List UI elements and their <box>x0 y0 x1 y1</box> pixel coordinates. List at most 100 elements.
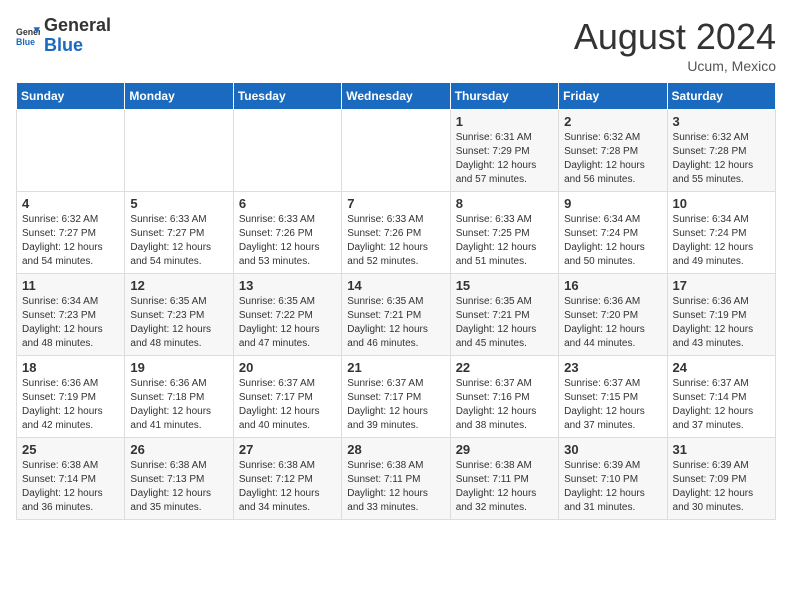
calendar-cell: 6Sunrise: 6:33 AM Sunset: 7:26 PM Daylig… <box>233 192 341 274</box>
day-info: Sunrise: 6:39 AM Sunset: 7:09 PM Dayligh… <box>673 459 770 515</box>
calendar-cell: 3 Sunrise: 6:32 AM Sunset: 7:28 PM Daylig… <box>667 110 775 192</box>
day-number: 23 <box>564 360 661 375</box>
calendar-header-row: SundayMondayTuesdayWednesdayThursdayFrid… <box>17 83 776 110</box>
day-info: Sunrise: 6:37 AM Sunset: 7:14 PM Dayligh… <box>673 377 770 433</box>
day-info: Sunrise: 6:33 AM Sunset: 7:25 PM Dayligh… <box>456 213 553 269</box>
day-info: Sunrise: 6:35 AM Sunset: 7:21 PM Dayligh… <box>347 295 444 351</box>
calendar-cell <box>17 110 125 192</box>
calendar-cell: 5Sunrise: 6:33 AM Sunset: 7:27 PM Daylig… <box>125 192 233 274</box>
calendar-cell: 15 Sunrise: 6:35 AM Sunset: 7:21 PM Dayli… <box>450 274 558 356</box>
day-of-week-header: Wednesday <box>342 83 450 110</box>
day-info: Sunrise: 6:39 AM Sunset: 7:10 PM Dayligh… <box>564 459 661 515</box>
logo-text: General Blue <box>44 16 111 56</box>
calendar-cell <box>125 110 233 192</box>
day-info: Sunrise: 6:38 AM Sunset: 7:11 PM Dayligh… <box>456 459 553 515</box>
day-info: Sunrise: 6:36 AM Sunset: 7:18 PM Dayligh… <box>130 377 227 433</box>
calendar-cell: 20 Sunrise: 6:37 AM Sunset: 7:17 PM Dayli… <box>233 356 341 438</box>
day-number: 15 <box>456 278 553 293</box>
day-number: 19 <box>130 360 227 375</box>
calendar-cell: 16Sunrise: 6:36 AM Sunset: 7:20 PM Dayli… <box>559 274 667 356</box>
calendar-cell: 7Sunrise: 6:33 AM Sunset: 7:26 PM Daylig… <box>342 192 450 274</box>
page-header: General Blue General Blue August 2024 Uc… <box>16 16 776 74</box>
calendar-cell: 30 Sunrise: 6:39 AM Sunset: 7:10 PM Dayli… <box>559 438 667 520</box>
day-info: Sunrise: 6:38 AM Sunset: 7:11 PM Dayligh… <box>347 459 444 515</box>
day-number: 13 <box>239 278 336 293</box>
calendar-cell: 2 Sunrise: 6:32 AM Sunset: 7:28 PM Daylig… <box>559 110 667 192</box>
calendar-cell: 10Sunrise: 6:34 AM Sunset: 7:24 PM Dayli… <box>667 192 775 274</box>
day-info: Sunrise: 6:36 AM Sunset: 7:20 PM Dayligh… <box>564 295 661 351</box>
day-number: 22 <box>456 360 553 375</box>
day-info: Sunrise: 6:37 AM Sunset: 7:17 PM Dayligh… <box>347 377 444 433</box>
logo-icon: General Blue <box>16 24 40 48</box>
day-info: Sunrise: 6:34 AM Sunset: 7:24 PM Dayligh… <box>564 213 661 269</box>
day-number: 24 <box>673 360 770 375</box>
day-number: 31 <box>673 442 770 457</box>
day-info: Sunrise: 6:37 AM Sunset: 7:17 PM Dayligh… <box>239 377 336 433</box>
calendar-week-row: 25Sunrise: 6:38 AM Sunset: 7:14 PM Dayli… <box>17 438 776 520</box>
day-number: 18 <box>22 360 119 375</box>
calendar-week-row: 1Sunrise: 6:31 AM Sunset: 7:29 PM Daylig… <box>17 110 776 192</box>
calendar-cell: 13 Sunrise: 6:35 AM Sunset: 7:22 PM Dayli… <box>233 274 341 356</box>
calendar-cell: 27 Sunrise: 6:38 AM Sunset: 7:12 PM Dayli… <box>233 438 341 520</box>
day-info: Sunrise: 6:31 AM Sunset: 7:29 PM Dayligh… <box>456 131 553 187</box>
day-number: 9 <box>564 196 661 211</box>
day-of-week-header: Sunday <box>17 83 125 110</box>
day-of-week-header: Tuesday <box>233 83 341 110</box>
svg-text:Blue: Blue <box>16 37 35 47</box>
day-info: Sunrise: 6:38 AM Sunset: 7:12 PM Dayligh… <box>239 459 336 515</box>
calendar-cell: 24 Sunrise: 6:37 AM Sunset: 7:14 PM Dayli… <box>667 356 775 438</box>
calendar-cell: 29 Sunrise: 6:38 AM Sunset: 7:11 PM Dayli… <box>450 438 558 520</box>
calendar-cell: 11 Sunrise: 6:34 AM Sunset: 7:23 PM Dayli… <box>17 274 125 356</box>
day-info: Sunrise: 6:37 AM Sunset: 7:15 PM Dayligh… <box>564 377 661 433</box>
day-number: 30 <box>564 442 661 457</box>
logo: General Blue General Blue <box>16 16 111 56</box>
day-number: 8 <box>456 196 553 211</box>
day-number: 6 <box>239 196 336 211</box>
month-year: August 2024 <box>574 16 776 58</box>
calendar-week-row: 4Sunrise: 6:32 AM Sunset: 7:27 PM Daylig… <box>17 192 776 274</box>
calendar-cell: 17 Sunrise: 6:36 AM Sunset: 7:19 PM Dayli… <box>667 274 775 356</box>
calendar-body: 1Sunrise: 6:31 AM Sunset: 7:29 PM Daylig… <box>17 110 776 520</box>
day-info: Sunrise: 6:37 AM Sunset: 7:16 PM Dayligh… <box>456 377 553 433</box>
calendar-cell: 9 Sunrise: 6:34 AM Sunset: 7:24 PM Daylig… <box>559 192 667 274</box>
calendar-cell <box>233 110 341 192</box>
calendar-cell: 8 Sunrise: 6:33 AM Sunset: 7:25 PM Daylig… <box>450 192 558 274</box>
day-number: 25 <box>22 442 119 457</box>
day-number: 12 <box>130 278 227 293</box>
day-number: 21 <box>347 360 444 375</box>
day-info: Sunrise: 6:35 AM Sunset: 7:22 PM Dayligh… <box>239 295 336 351</box>
calendar-table: SundayMondayTuesdayWednesdayThursdayFrid… <box>16 82 776 520</box>
calendar-cell: 18Sunrise: 6:36 AM Sunset: 7:19 PM Dayli… <box>17 356 125 438</box>
day-of-week-header: Thursday <box>450 83 558 110</box>
day-number: 14 <box>347 278 444 293</box>
calendar-cell: 22 Sunrise: 6:37 AM Sunset: 7:16 PM Dayli… <box>450 356 558 438</box>
calendar-cell: 26 Sunrise: 6:38 AM Sunset: 7:13 PM Dayli… <box>125 438 233 520</box>
day-info: Sunrise: 6:35 AM Sunset: 7:21 PM Dayligh… <box>456 295 553 351</box>
day-number: 11 <box>22 278 119 293</box>
day-info: Sunrise: 6:36 AM Sunset: 7:19 PM Dayligh… <box>673 295 770 351</box>
day-info: Sunrise: 6:32 AM Sunset: 7:27 PM Dayligh… <box>22 213 119 269</box>
day-of-week-header: Friday <box>559 83 667 110</box>
day-info: Sunrise: 6:32 AM Sunset: 7:28 PM Dayligh… <box>564 131 661 187</box>
day-number: 29 <box>456 442 553 457</box>
day-number: 2 <box>564 114 661 129</box>
day-info: Sunrise: 6:38 AM Sunset: 7:13 PM Dayligh… <box>130 459 227 515</box>
day-number: 3 <box>673 114 770 129</box>
day-number: 27 <box>239 442 336 457</box>
calendar-cell: 14 Sunrise: 6:35 AM Sunset: 7:21 PM Dayli… <box>342 274 450 356</box>
day-number: 17 <box>673 278 770 293</box>
day-info: Sunrise: 6:32 AM Sunset: 7:28 PM Dayligh… <box>673 131 770 187</box>
day-number: 20 <box>239 360 336 375</box>
calendar-cell: 12 Sunrise: 6:35 AM Sunset: 7:23 PM Dayli… <box>125 274 233 356</box>
calendar-week-row: 11 Sunrise: 6:34 AM Sunset: 7:23 PM Dayli… <box>17 274 776 356</box>
calendar-cell: 28Sunrise: 6:38 AM Sunset: 7:11 PM Dayli… <box>342 438 450 520</box>
day-info: Sunrise: 6:34 AM Sunset: 7:24 PM Dayligh… <box>673 213 770 269</box>
day-of-week-header: Monday <box>125 83 233 110</box>
day-info: Sunrise: 6:34 AM Sunset: 7:23 PM Dayligh… <box>22 295 119 351</box>
calendar-cell: 23 Sunrise: 6:37 AM Sunset: 7:15 PM Dayli… <box>559 356 667 438</box>
day-number: 26 <box>130 442 227 457</box>
day-number: 5 <box>130 196 227 211</box>
day-of-week-header: Saturday <box>667 83 775 110</box>
day-info: Sunrise: 6:35 AM Sunset: 7:23 PM Dayligh… <box>130 295 227 351</box>
calendar-cell: 1Sunrise: 6:31 AM Sunset: 7:29 PM Daylig… <box>450 110 558 192</box>
